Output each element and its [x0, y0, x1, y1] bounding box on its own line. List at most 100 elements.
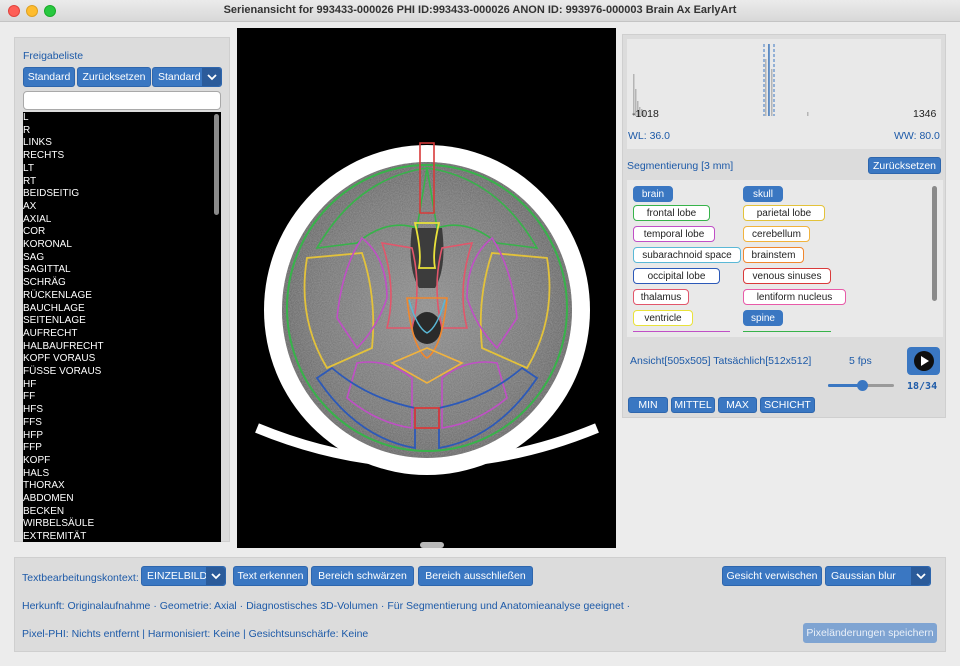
frame-slider-thumb[interactable]: [857, 380, 868, 391]
release-list-item[interactable]: HFP: [23, 430, 43, 443]
segmentation-title: Segmentierung [3 mm]: [627, 160, 734, 172]
release-list-item[interactable]: RECHTS: [23, 150, 64, 163]
seg-chip-subarachnoid-space[interactable]: subarachnoid space: [633, 247, 741, 263]
seg-chip-partial: [633, 331, 730, 333]
image-viewer[interactable]: [237, 28, 616, 548]
release-list-panel: Freigabeliste Standard Zurücksetzen Stan…: [14, 37, 230, 542]
standard-button[interactable]: Standard: [23, 67, 75, 87]
release-list-item[interactable]: WIRBELSÄULE: [23, 518, 94, 531]
release-list-item[interactable]: LT: [23, 163, 34, 176]
provenance-info: Herkunft: Originalaufnahme · Geometrie: …: [22, 600, 631, 612]
play-icon: [913, 351, 934, 371]
seg-chip-venous-sinuses[interactable]: venous sinuses: [743, 268, 831, 284]
title-bar: Serienansicht for 993433-000026 PHI ID:9…: [0, 0, 960, 22]
max-projection-button[interactable]: MAX: [718, 397, 757, 413]
release-list-item[interactable]: BAUCHLAGE: [23, 303, 85, 316]
release-list-item[interactable]: BECKEN: [23, 506, 64, 519]
exclude-area-button[interactable]: Bereich ausschließen: [418, 566, 533, 586]
seg-chip-skull[interactable]: skull: [743, 186, 783, 202]
seg-chip-label: brain: [641, 188, 665, 200]
release-list[interactable]: L R LINKS RECHTS LT RT BEIDSEITIG AX AXIAL COR KOR…: [23, 112, 221, 542]
seg-chip-ventricle[interactable]: ventricle: [633, 310, 693, 326]
release-list-item[interactable]: FFS: [23, 417, 42, 430]
window-level-label: WL: 36.0: [628, 130, 671, 142]
release-list-item[interactable]: R: [23, 125, 30, 138]
seg-chip-spine[interactable]: spine: [743, 310, 783, 326]
seg-chip-label: skull: [752, 188, 773, 200]
release-list-item[interactable]: ABDOMEN: [23, 493, 74, 506]
release-list-item[interactable]: L: [23, 112, 29, 125]
release-list-item[interactable]: KOPF: [23, 455, 50, 468]
seg-chip-label: ventricle: [644, 312, 682, 324]
frame-counter: 18/34: [907, 381, 938, 392]
context-select-value: EINZELBILD: [147, 570, 208, 582]
viewer-resize-handle[interactable]: [420, 542, 444, 548]
blacken-area-button[interactable]: Bereich schwärzen: [311, 566, 414, 586]
phi-status-info: Pixel-PHI: Nichts entfernt | Harmonisier…: [22, 628, 369, 640]
segmentation-scrollbar[interactable]: [932, 186, 937, 301]
seg-chip-label: brainstem: [751, 249, 796, 261]
seg-chip-label: occipital lobe: [647, 270, 706, 282]
seg-chip-occipital-lobe[interactable]: occipital lobe: [633, 268, 720, 284]
seg-chip-label: venous sinuses: [752, 270, 822, 282]
chevron-down-icon: [206, 567, 225, 585]
release-list-item[interactable]: FF: [23, 391, 35, 404]
release-list-item[interactable]: COR: [23, 226, 45, 239]
context-select[interactable]: EINZELBILD: [141, 566, 226, 586]
release-list-item[interactable]: HALS: [23, 468, 49, 481]
seg-chip-frontal-lobe[interactable]: frontal lobe: [633, 205, 710, 221]
release-list-item[interactable]: RT: [23, 176, 36, 189]
seg-chip-brainstem[interactable]: brainstem: [743, 247, 804, 263]
mid-projection-button[interactable]: MITTEL: [671, 397, 715, 413]
release-list-item[interactable]: HFS: [23, 404, 43, 417]
seg-chip-brain[interactable]: brain: [633, 186, 673, 202]
release-list-item[interactable]: AX: [23, 201, 36, 214]
release-list-item[interactable]: EXTREMITÄT: [23, 531, 86, 542]
seg-chip-temporal-lobe[interactable]: temporal lobe: [633, 226, 715, 242]
seg-chip-parietal-lobe[interactable]: parietal lobe: [743, 205, 825, 221]
ct-scan-image: [255, 142, 599, 475]
release-list-item[interactable]: SAG: [23, 252, 44, 265]
release-list-item[interactable]: BEIDSEITIG: [23, 188, 79, 201]
detect-text-button[interactable]: Text erkennen: [233, 566, 308, 586]
reset-list-button[interactable]: Zurücksetzen: [77, 67, 151, 87]
chevron-down-icon: [202, 68, 221, 86]
release-list-item[interactable]: KOPF VORAUS: [23, 353, 95, 366]
reset-segmentation-button[interactable]: Zurücksetzen: [868, 157, 941, 174]
chevron-down-icon: [911, 567, 930, 585]
release-list-item[interactable]: FFP: [23, 442, 42, 455]
min-projection-button[interactable]: MIN: [628, 397, 668, 413]
seg-chip-label: thalamus: [640, 291, 682, 303]
seg-chip-label: subarachnoid space: [642, 249, 732, 261]
release-list-item[interactable]: AXIAL: [23, 214, 51, 227]
save-pixel-changes-button[interactable]: Pixeländerungen speichern: [803, 623, 937, 643]
release-list-item[interactable]: HF: [23, 379, 36, 392]
seg-chip-label: lentiform nucleus: [756, 291, 833, 303]
slice-button[interactable]: SCHICHT: [760, 397, 815, 413]
frame-slider[interactable]: [828, 380, 894, 391]
seg-chip-thalamus[interactable]: thalamus: [633, 289, 689, 305]
release-list-item[interactable]: SEITENLAGE: [23, 315, 86, 328]
release-list-item[interactable]: AUFRECHT: [23, 328, 77, 341]
release-list-filter-input[interactable]: [23, 91, 221, 110]
play-button[interactable]: [907, 347, 940, 375]
release-list-item[interactable]: FÜSSE VORAUS: [23, 366, 101, 379]
release-list-scrollbar[interactable]: [214, 114, 219, 215]
seg-chip-lentiform-nucleus[interactable]: lentiform nucleus: [743, 289, 846, 305]
window-width-label: WW: 80.0: [894, 130, 940, 142]
release-list-item[interactable]: THORAX: [23, 480, 65, 493]
preset-select[interactable]: Standard: [152, 67, 222, 87]
seg-chip-label: spine: [751, 312, 775, 324]
text-editing-context-label: Textbearbeitungskontext:: [22, 572, 139, 584]
blur-face-button[interactable]: Gesicht verwischen: [722, 566, 822, 586]
blur-type-select[interactable]: Gaussian blur: [825, 566, 931, 586]
release-list-item[interactable]: RÜCKENLAGE: [23, 290, 92, 303]
release-list-item[interactable]: LINKS: [23, 137, 52, 150]
release-list-item[interactable]: HALBAUFRECHT: [23, 341, 104, 354]
seg-chip-cerebellum[interactable]: cerebellum: [743, 226, 810, 242]
window-title: Serienansicht for 993433-000026 PHI ID:9…: [223, 4, 737, 16]
release-list-item[interactable]: KORONAL: [23, 239, 72, 252]
release-list-item[interactable]: SCHRÄG: [23, 277, 66, 290]
histogram-max-label: 1346: [913, 108, 937, 120]
release-list-item[interactable]: SAGITTAL: [23, 264, 71, 277]
